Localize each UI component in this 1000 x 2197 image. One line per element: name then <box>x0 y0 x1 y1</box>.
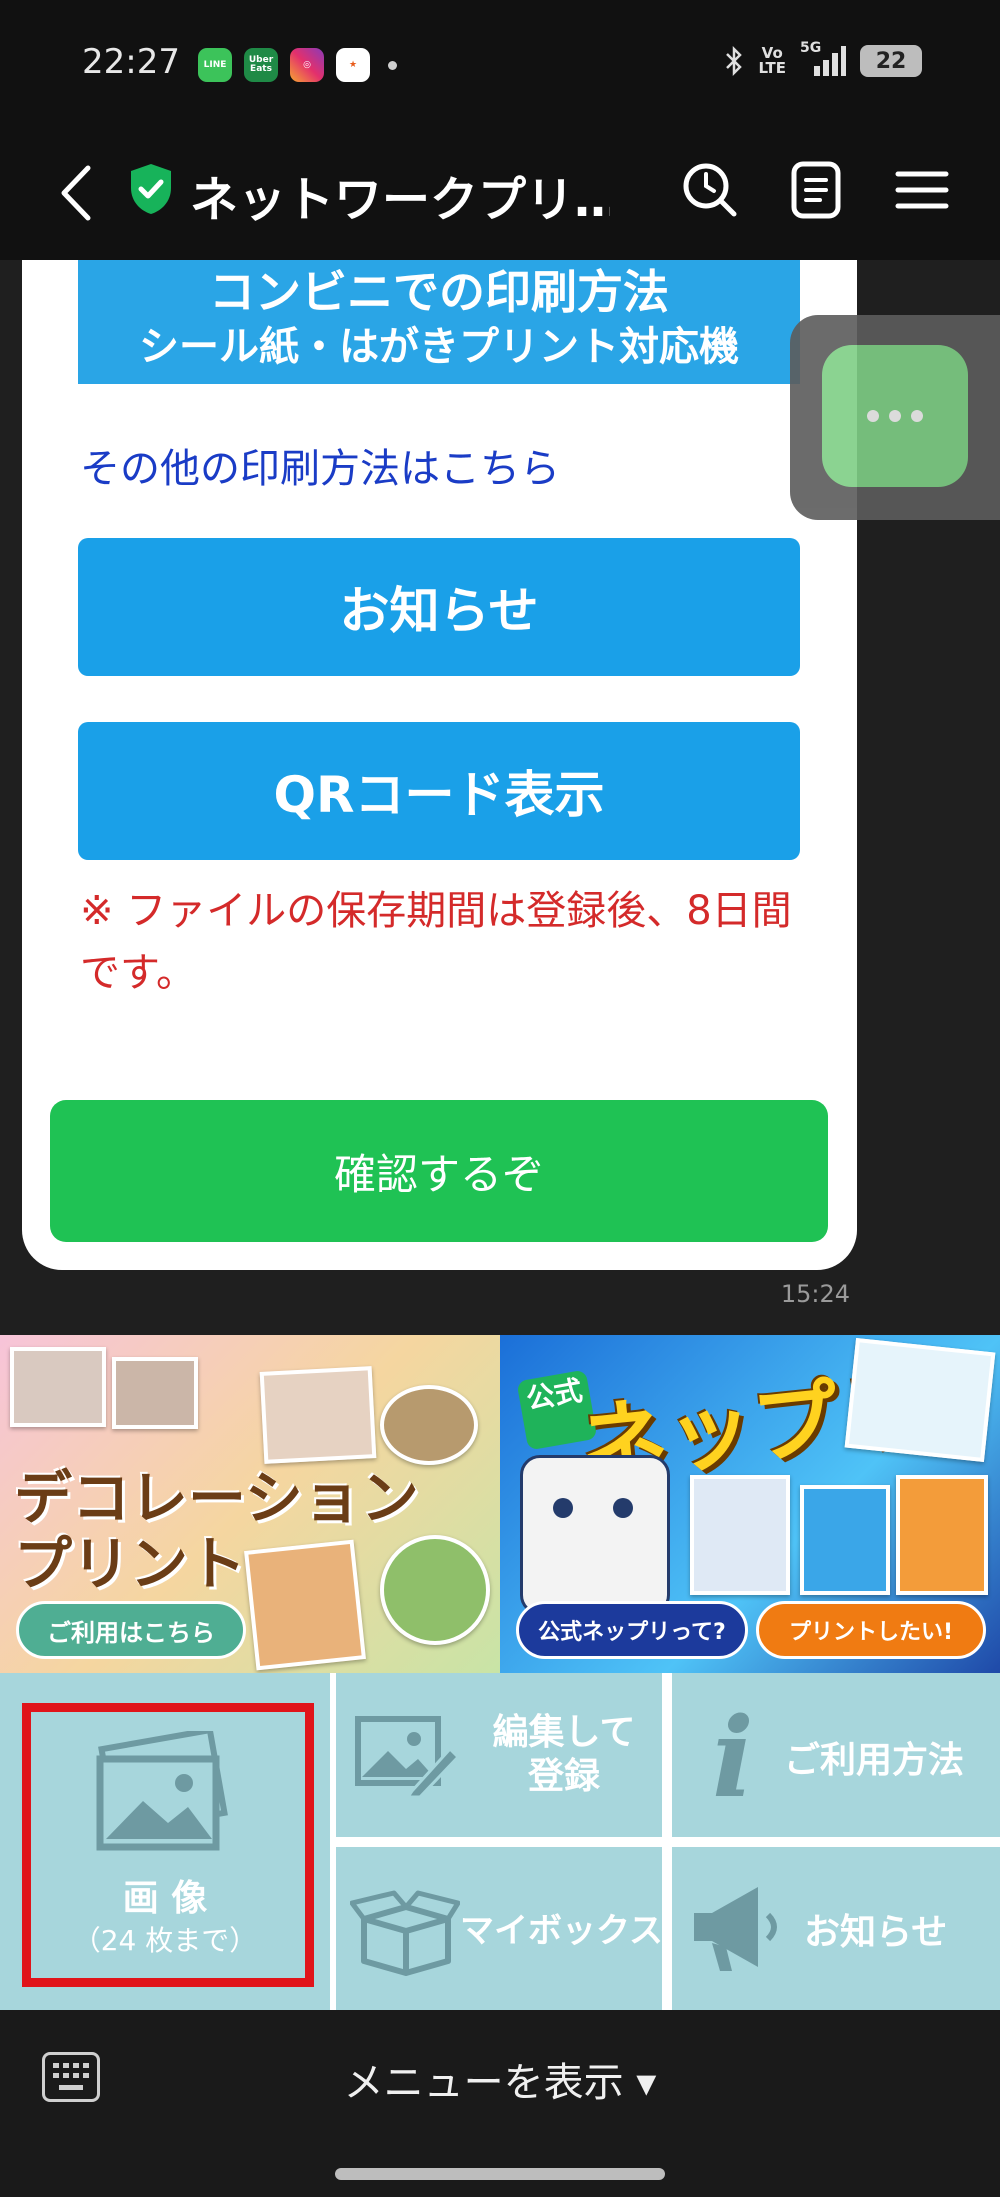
message-timestamp: 15:24 <box>780 1280 850 1308</box>
more-options-icon[interactable] <box>822 345 968 487</box>
sample-photo <box>112 1357 198 1429</box>
menu-icon[interactable] <box>890 158 954 222</box>
selection-highlight <box>22 1703 314 1987</box>
sample-photo <box>259 1366 377 1464</box>
show-menu-toggle[interactable]: メニューを表示 ▾ <box>0 2050 1000 2108</box>
bluetooth-icon <box>726 45 743 77</box>
back-arrow-icon[interactable] <box>52 158 102 228</box>
mascot-illustration <box>520 1455 670 1615</box>
line-icon: LINE <box>198 48 232 82</box>
notice-label: お知らせ <box>804 1912 948 1953</box>
search-icon[interactable] <box>678 158 742 222</box>
ubereats-icon: Uber Eats <box>244 48 278 82</box>
signal-icon: 5G <box>800 40 846 78</box>
chat-title[interactable]: ネットワークプリ… <box>190 160 610 230</box>
notice-cell[interactable]: お知らせ <box>672 1847 1000 2010</box>
rich-menu: 画 像 （24 枚まで） 編集して 登録 i ご利用方法 マイボックス お知らせ <box>0 1673 1000 2010</box>
print-method-banner[interactable]: コンビニでの印刷方法 シール紙・はがきプリント対応機 <box>78 260 800 384</box>
volte-indicator: Vo LTE <box>758 44 786 77</box>
want-to-print-button[interactable]: プリントしたい! <box>756 1601 986 1659</box>
confirm-button[interactable]: 確認するぞ <box>50 1100 828 1242</box>
edit-register-cell[interactable]: 編集して 登録 <box>336 1673 662 1837</box>
bottom-bar: メニューを表示 ▾ <box>0 2010 1000 2197</box>
what-is-netprint-button[interactable]: 公式ネップリって? <box>516 1601 748 1659</box>
status-bar: 22:27 LINE Uber Eats ◎ ★ Vo LTE 5G 22 <box>0 0 1000 130</box>
more-notifications-dot <box>388 60 397 70</box>
message-bubble: コンビニでの印刷方法 シール紙・はがきプリント対応機 その他の印刷方法はこちら … <box>22 260 857 1270</box>
promo-banners: デコレーション プリント ご利用はこちら 公式 ネップリ 公式ネップリって? プ… <box>0 1335 1000 1673</box>
status-time: 22:27 <box>82 42 180 82</box>
notes-icon[interactable] <box>784 158 848 222</box>
banner-title: コンビニでの印刷方法 <box>209 265 669 319</box>
use-here-button[interactable]: ご利用はこちら <box>16 1601 246 1659</box>
decoration-print-title: デコレーション プリント <box>14 1464 419 1598</box>
other-methods-link[interactable]: その他の印刷方法はこちら <box>80 436 560 494</box>
sample-photo <box>10 1347 106 1427</box>
usage-cell[interactable]: i ご利用方法 <box>672 1673 1000 1837</box>
sample-card <box>800 1485 890 1595</box>
sample-photo <box>380 1385 478 1465</box>
system-icons: Vo LTE 5G 22 <box>724 40 922 78</box>
floating-panel <box>790 315 1000 520</box>
info-icon: i <box>712 1693 754 1822</box>
banner-subtitle: シール紙・はがきプリント対応機 <box>139 324 739 370</box>
edit-register-label: 編集して 登録 <box>492 1712 636 1797</box>
megaphone-icon <box>694 1887 777 1971</box>
image-upload-cell[interactable]: 画 像 （24 枚まで） <box>0 1673 330 2010</box>
notice-button[interactable]: お知らせ <box>78 538 800 676</box>
battery-icon: 22 <box>860 45 922 77</box>
verified-shield-icon <box>131 164 171 214</box>
netprint-banner[interactable]: 公式 ネップリ 公式ネップリって? プリントしたい! <box>500 1335 1000 1673</box>
mybox-cell[interactable]: マイボックス <box>336 1847 663 2010</box>
app-icon: ★ <box>336 48 370 82</box>
usage-label: ご利用方法 <box>784 1740 965 1781</box>
storage-note: ※ ファイルの保存期間は登録後、8日間です。 <box>80 888 792 996</box>
qr-code-button[interactable]: QRコード表示 <box>78 722 800 860</box>
instagram-icon: ◎ <box>290 48 324 82</box>
notification-icons: LINE Uber Eats ◎ ★ <box>198 48 397 82</box>
mybox-label: マイボックス <box>460 1911 663 1951</box>
sample-card <box>844 1337 996 1463</box>
sample-card <box>690 1475 790 1595</box>
decoration-print-banner[interactable]: デコレーション プリント ご利用はこちら <box>0 1335 500 1673</box>
box-icon <box>350 1890 460 1976</box>
sample-card <box>896 1475 988 1595</box>
home-indicator[interactable] <box>335 2168 665 2180</box>
chat-header: ネットワークプリ… <box>0 130 1000 260</box>
edit-image-icon <box>355 1716 458 1797</box>
